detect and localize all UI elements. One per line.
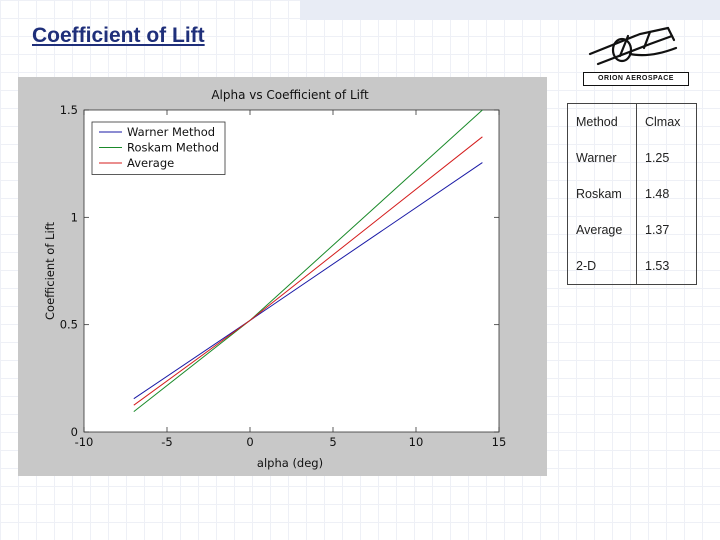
table-header-method: Method: [567, 103, 637, 140]
chart-title: Alpha vs Coefficient of Lift: [211, 88, 369, 102]
slide-header-band: [300, 0, 720, 20]
table-cell-clmax: 1.25: [636, 140, 697, 176]
legend-label: Warner Method: [127, 125, 215, 139]
logo-text: ORION AEROSPACE: [583, 72, 689, 86]
x-tick-label: 0: [246, 435, 253, 449]
legend-label: Roskam Method: [127, 141, 219, 155]
y-axis-label: Coefficient of Lift: [43, 222, 57, 320]
table-row: Roskam 1.48: [567, 176, 697, 212]
legend-label: Average: [127, 156, 174, 170]
table-row: Warner 1.25: [567, 140, 697, 176]
table-header-clmax: Clmax: [636, 103, 697, 140]
table-cell-clmax: 1.37: [636, 212, 697, 248]
x-tick-label: 15: [492, 435, 507, 449]
table-header-row: Method Clmax: [567, 103, 697, 140]
table-cell-clmax: 1.53: [636, 248, 697, 285]
table-cell-method: 2-D: [567, 248, 637, 285]
table-cell-method: Warner: [567, 140, 637, 176]
y-tick-label: 0: [71, 425, 78, 439]
slide-title: Coefficient of Lift: [32, 24, 205, 47]
table-row: Average 1.37: [567, 212, 697, 248]
y-tick-label: 1.5: [60, 103, 78, 117]
table-cell-method: Roskam: [567, 176, 637, 212]
table-cell-clmax: 1.48: [636, 176, 697, 212]
x-tick-label: 5: [329, 435, 336, 449]
x-axis-label: alpha (deg): [257, 456, 323, 470]
x-tick-label: 10: [409, 435, 424, 449]
table-row: 2-D 1.53: [567, 248, 697, 285]
y-tick-label: 0.5: [60, 318, 78, 332]
table-cell-method: Average: [567, 212, 637, 248]
clmax-table: Method Clmax Warner 1.25 Roskam 1.48 Ave…: [567, 103, 697, 285]
x-tick-label: -5: [161, 435, 172, 449]
alpha-vs-cl-chart: Alpha vs Coefficient of Lift alpha (deg)…: [18, 77, 547, 476]
y-tick-label: 1: [71, 210, 78, 224]
